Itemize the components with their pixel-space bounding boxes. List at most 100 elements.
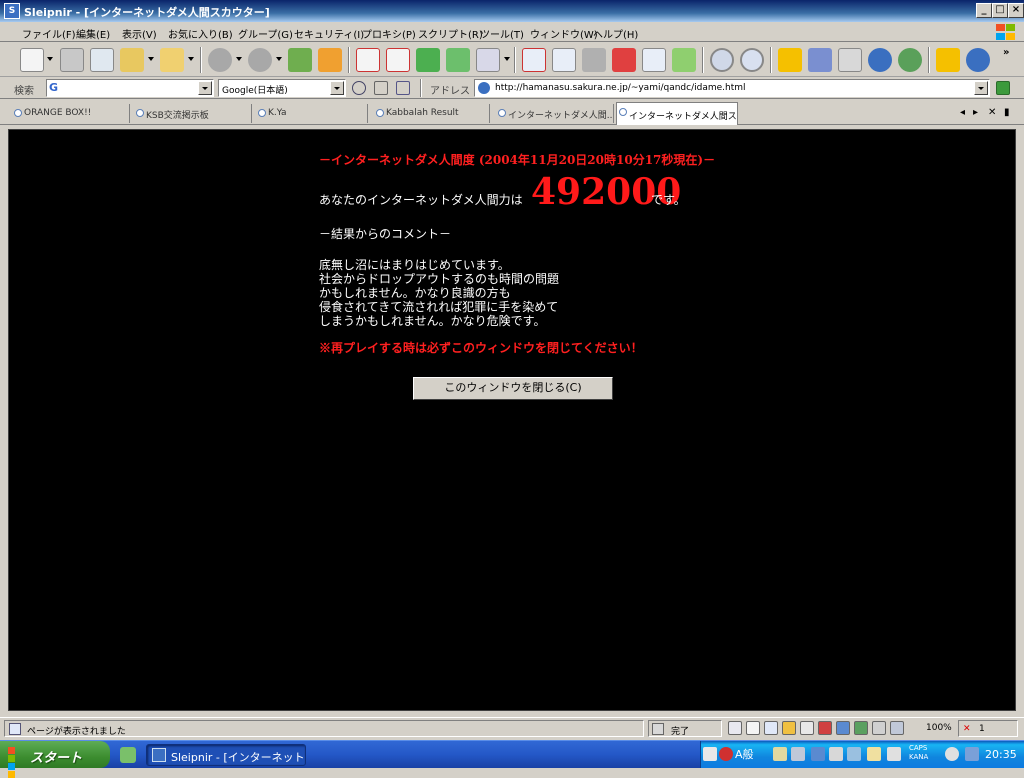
activex-icon[interactable]	[836, 721, 850, 735]
ime-tools-icon[interactable]	[791, 747, 805, 761]
address-input[interactable]: http://hamanasu.sakura.ne.jp/~yami/qandc…	[474, 79, 990, 97]
add-link-icon[interactable]	[966, 48, 990, 72]
zoom-icon[interactable]	[890, 721, 904, 735]
image-icon[interactable]	[800, 721, 814, 735]
stop-all-icon[interactable]	[386, 48, 410, 72]
chevron-down-icon[interactable]	[236, 57, 242, 61]
zoom-pane[interactable]: 100%	[908, 720, 954, 737]
close-tab-icon[interactable]	[522, 48, 546, 72]
ime-icon[interactable]	[719, 747, 733, 761]
folder-icon[interactable]	[160, 48, 184, 72]
menu-help[interactable]: ヘルプ(H)	[593, 26, 638, 41]
media-player-icon[interactable]	[120, 747, 136, 763]
open-folder-icon[interactable]	[120, 48, 144, 72]
panel-icon[interactable]	[838, 48, 862, 72]
menu-file[interactable]: ファイル(F)	[22, 26, 76, 41]
up-arrow-icon[interactable]	[288, 48, 312, 72]
globe-icon[interactable]	[868, 48, 892, 72]
back-icon[interactable]	[208, 48, 232, 72]
toolbar-overflow-icon[interactable]: »	[1003, 47, 1009, 58]
chevron-down-icon[interactable]	[188, 57, 194, 61]
tab-ksb[interactable]: KSB交流掲示板	[134, 104, 252, 123]
menu-group[interactable]: グループ(G)	[238, 26, 293, 41]
input-icon[interactable]	[887, 747, 901, 761]
close-window-button[interactable]: ×	[1008, 3, 1024, 18]
duplicate-tab-icon[interactable]	[642, 48, 666, 72]
go-arrow-icon[interactable]	[996, 81, 1010, 95]
close-window-button[interactable]: このウィンドウを閉じる(C)	[413, 377, 613, 400]
forward-icon[interactable]	[248, 48, 272, 72]
favorites-star-icon[interactable]	[778, 48, 802, 72]
menu-tools[interactable]: ツール(T)	[480, 26, 524, 41]
refresh-icon[interactable]	[416, 48, 440, 72]
favorites-stars-icon[interactable]	[808, 48, 832, 72]
menu-edit[interactable]: 編集(E)	[76, 26, 110, 41]
history-icon[interactable]	[898, 48, 922, 72]
close-right-icon[interactable]	[612, 48, 636, 72]
display-icon[interactable]	[847, 747, 861, 761]
cookie-icon[interactable]	[782, 721, 796, 735]
menu-favorites[interactable]: お気に入り(B)	[168, 26, 233, 41]
copy-icon[interactable]	[90, 48, 114, 72]
tab-orange-box[interactable]: ORANGE BOX!!	[12, 104, 130, 123]
close-tab-icon[interactable]: ✕	[988, 107, 996, 118]
maximize-button[interactable]: □	[992, 3, 1008, 18]
chevron-down-icon[interactable]	[47, 57, 53, 61]
search-input[interactable]: G	[46, 79, 214, 97]
clipboard-icon[interactable]	[60, 48, 84, 72]
error-pane[interactable]: ✕ 1	[958, 720, 1018, 737]
app-icon[interactable]: S	[4, 3, 20, 19]
add-favorite-icon[interactable]	[936, 48, 960, 72]
menu-view[interactable]: 表示(V)	[122, 26, 157, 41]
new-page-icon[interactable]	[20, 48, 44, 72]
tab-prev-icon[interactable]: ◂	[960, 107, 965, 118]
page-info-icon[interactable]	[746, 721, 760, 735]
pen-icon[interactable]	[811, 747, 825, 761]
tab-internet-dame-1[interactable]: インターネットダメ人間...	[496, 104, 614, 123]
clock[interactable]: 20:35	[985, 748, 1017, 761]
auto-refresh-icon[interactable]	[476, 48, 500, 72]
tab-kabbalah[interactable]: Kabbalah Result	[374, 104, 490, 123]
keyboard-icon[interactable]	[703, 747, 717, 761]
ime-pad-icon[interactable]	[773, 747, 787, 761]
popup-icon[interactable]	[764, 721, 778, 735]
chevron-down-icon[interactable]	[330, 81, 344, 95]
pen-icon[interactable]	[396, 81, 410, 95]
script-icon[interactable]	[818, 721, 832, 735]
tab-list-icon[interactable]: ▮	[1004, 107, 1010, 118]
tray-app-icon[interactable]	[867, 747, 881, 761]
close-others-icon[interactable]	[552, 48, 576, 72]
menu-proxy[interactable]: プロキシ(P)	[362, 26, 416, 41]
refresh-all-icon[interactable]	[446, 48, 470, 72]
start-button[interactable]: スタート	[0, 741, 110, 778]
chevron-down-icon[interactable]	[148, 57, 154, 61]
chevron-left-icon[interactable]	[945, 747, 959, 761]
chevron-down-icon[interactable]	[974, 81, 988, 95]
menu-window[interactable]: ウィンドウ(W)	[530, 26, 598, 41]
chevron-down-icon[interactable]	[276, 57, 282, 61]
menu-security[interactable]: セキュリティ(I)	[294, 26, 364, 41]
home-icon[interactable]	[318, 48, 342, 72]
menu-script[interactable]: スクリプト(R)	[418, 26, 483, 41]
taskbar-item-sleipnir[interactable]: Sleipnir - [インターネット...	[146, 744, 306, 766]
ime-mode[interactable]: A般	[735, 746, 754, 762]
search-icon[interactable]	[710, 48, 734, 72]
check-tabs-icon[interactable]	[672, 48, 696, 72]
tab-next-icon[interactable]: ▸	[973, 107, 978, 118]
tab-kya[interactable]: K.Ya	[256, 104, 368, 123]
help-icon[interactable]	[829, 747, 843, 761]
tab-internet-dame-active[interactable]: インターネットダメ人間ス...	[616, 102, 738, 125]
java-icon[interactable]	[854, 721, 868, 735]
close-left-icon[interactable]	[582, 48, 606, 72]
search-engine-select[interactable]: Google(日本語)	[218, 79, 346, 97]
minimize-button[interactable]: _	[976, 3, 992, 18]
network-icon[interactable]	[965, 747, 979, 761]
proxy-icon[interactable]	[872, 721, 886, 735]
search-go-icon[interactable]	[352, 81, 366, 95]
chevron-down-icon[interactable]	[504, 57, 510, 61]
highlight-icon[interactable]	[374, 81, 388, 95]
stop-icon[interactable]	[356, 48, 380, 72]
chevron-down-icon[interactable]	[198, 81, 212, 95]
find-in-page-icon[interactable]	[740, 48, 764, 72]
security-icon[interactable]	[728, 721, 742, 735]
